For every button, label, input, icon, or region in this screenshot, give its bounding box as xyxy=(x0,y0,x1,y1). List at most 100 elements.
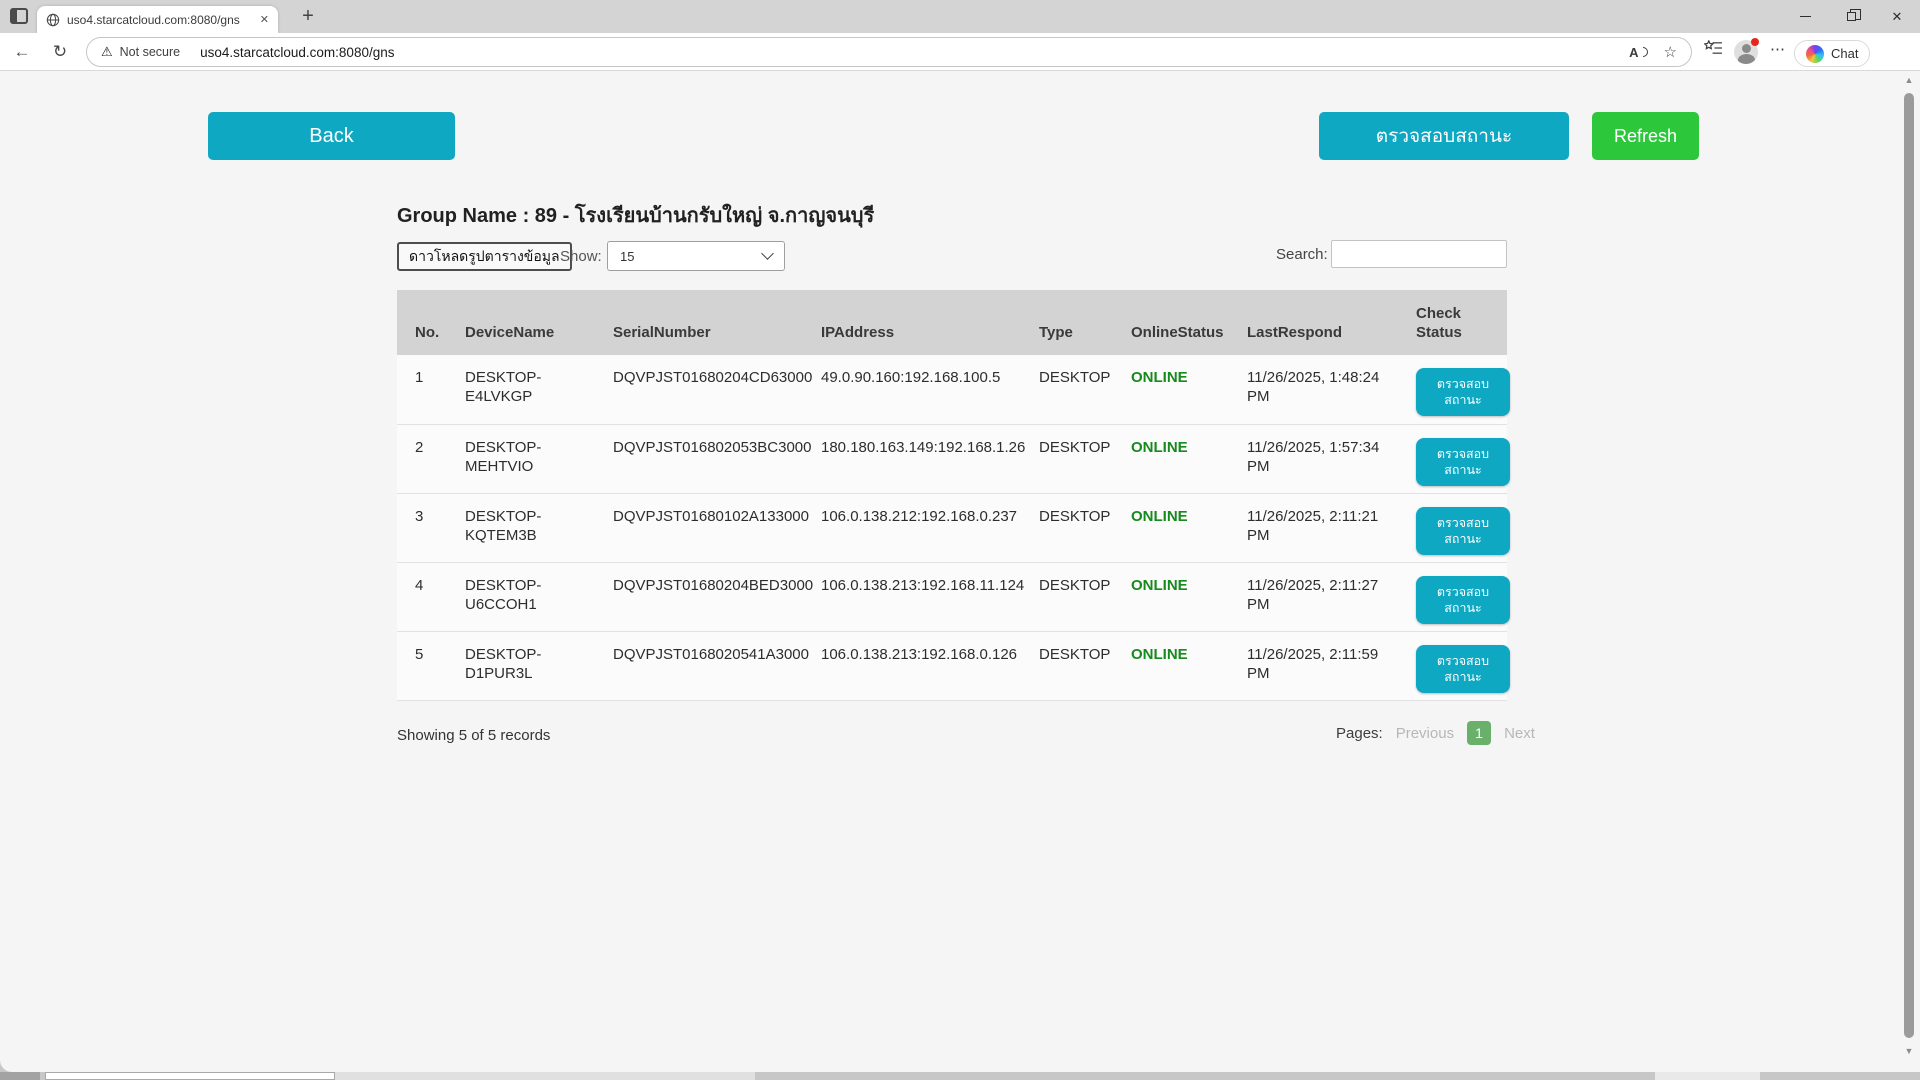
cell-last-respond: 11/26/2025, 2:11:59 PM xyxy=(1229,631,1398,700)
cell-online-status: ONLINE xyxy=(1113,493,1229,562)
download-table-button[interactable]: ดาวโหลดรูปตารางข้อมูล xyxy=(397,242,572,271)
taskbar-segment xyxy=(1655,1072,1760,1080)
row-check-status-button[interactable]: ตรวจสอบสถานะ xyxy=(1416,645,1510,693)
cell-type: DESKTOP xyxy=(1021,631,1113,700)
cell-no: 4 xyxy=(397,562,447,631)
cell-serial-number: DQVPJST0168020541A3000 xyxy=(595,631,803,700)
favorite-star-icon[interactable]: ☆ xyxy=(1664,43,1677,61)
pages-label: Pages: xyxy=(1336,725,1383,742)
cell-type: DESKTOP xyxy=(1021,355,1113,424)
search-label: Search: xyxy=(1276,246,1328,263)
cell-online-status: ONLINE xyxy=(1113,562,1229,631)
table-row: 1 DESKTOP-E4LVKGP DQVPJST01680204CD63000… xyxy=(397,355,1507,424)
reload-icon[interactable]: ↻ xyxy=(46,39,74,65)
records-summary: Showing 5 of 5 records xyxy=(397,727,550,744)
group-title: Group Name : 89 - โรงเรียนบ้านกรับใหญ่ จ… xyxy=(397,199,874,231)
cell-no: 3 xyxy=(397,493,447,562)
show-select[interactable]: 15 xyxy=(607,241,785,271)
col-device-name: DeviceName xyxy=(447,290,595,355)
cell-last-respond: 11/26/2025, 2:11:21 PM xyxy=(1229,493,1398,562)
url-text[interactable]: uso4.starcatcloud.com:8080/gns xyxy=(200,45,1629,60)
row-check-status-button[interactable]: ตรวจสอบสถานะ xyxy=(1416,576,1510,624)
check-status-button[interactable]: ตรวจสอบสถานะ xyxy=(1319,112,1569,160)
col-no: No. xyxy=(397,290,447,355)
show-select-value: 15 xyxy=(620,249,763,264)
cell-serial-number: DQVPJST01680102A133000 xyxy=(595,493,803,562)
globe-icon xyxy=(46,13,60,27)
cell-check-status: ตรวจสอบสถานะ xyxy=(1398,562,1507,631)
cell-device-name: DESKTOP-KQTEM3B xyxy=(447,493,595,562)
scroll-down-icon[interactable]: ▼ xyxy=(1903,1046,1915,1056)
cell-ip-address: 106.0.138.212:192.168.0.237 xyxy=(803,493,1021,562)
row-check-status-button[interactable]: ตรวจสอบสถานะ xyxy=(1416,507,1510,555)
show-label: Show: xyxy=(560,248,602,265)
browser-tab[interactable]: uso4.starcatcloud.com:8080/gns ✕ xyxy=(37,6,278,33)
read-aloud-icon[interactable]: A xyxy=(1629,45,1638,60)
cell-last-respond: 11/26/2025, 2:11:27 PM xyxy=(1229,562,1398,631)
cell-check-status: ตรวจสอบสถานะ xyxy=(1398,493,1507,562)
profile-avatar[interactable] xyxy=(1734,40,1758,64)
settings-more-icon[interactable]: ⋯ xyxy=(1770,40,1786,58)
pagination: Pages: Previous 1 Next xyxy=(1336,721,1535,745)
window-close-icon[interactable]: ✕ xyxy=(1874,0,1920,33)
refresh-button[interactable]: Refresh xyxy=(1592,112,1699,160)
cell-device-name: DESKTOP-U6CCOH1 xyxy=(447,562,595,631)
back-button[interactable]: Back xyxy=(208,112,455,160)
copilot-chat-label: Chat xyxy=(1831,46,1858,61)
cell-device-name: DESKTOP-D1PUR3L xyxy=(447,631,595,700)
cell-check-status: ตรวจสอบสถานะ xyxy=(1398,355,1507,424)
cell-ip-address: 180.180.163.149:192.168.1.26 xyxy=(803,424,1021,493)
col-online-status: OnlineStatus xyxy=(1113,290,1229,355)
cell-serial-number: DQVPJST01680204BED3000 xyxy=(595,562,803,631)
tab-actions-menu-icon[interactable] xyxy=(10,8,28,24)
cell-last-respond: 11/26/2025, 1:48:24 PM xyxy=(1229,355,1398,424)
row-check-status-button[interactable]: ตรวจสอบสถานะ xyxy=(1416,438,1510,486)
collections-icon[interactable] xyxy=(1704,40,1723,56)
cell-ip-address: 49.0.90.160:192.168.100.5 xyxy=(803,355,1021,424)
notification-dot xyxy=(1751,38,1759,46)
cell-ip-address: 106.0.138.213:192.168.0.126 xyxy=(803,631,1021,700)
cell-online-status: ONLINE xyxy=(1113,631,1229,700)
cell-serial-number: DQVPJST01680204CD63000 xyxy=(595,355,803,424)
scrollbar-thumb[interactable] xyxy=(1904,93,1914,1038)
device-table: No. DeviceName SerialNumber IPAddress Ty… xyxy=(397,290,1507,701)
copilot-icon xyxy=(1806,45,1824,63)
col-ip-address: IPAddress xyxy=(803,290,1021,355)
table-row: 5 DESKTOP-D1PUR3L DQVPJST0168020541A3000… xyxy=(397,631,1507,700)
previous-page-button[interactable]: Previous xyxy=(1396,725,1454,742)
new-tab-icon[interactable]: + xyxy=(294,2,322,30)
table-row: 2 DESKTOP-MEHTVIO DQVPJST016802053BC3000… xyxy=(397,424,1507,493)
tab-close-icon[interactable]: ✕ xyxy=(260,13,269,26)
cell-device-name: DESKTOP-E4LVKGP xyxy=(447,355,595,424)
not-secure-label[interactable]: Not secure xyxy=(120,45,180,59)
table-header-row: No. DeviceName SerialNumber IPAddress Ty… xyxy=(397,290,1507,355)
taskbar-segment xyxy=(0,1072,40,1080)
page-content: Back ตรวจสอบสถานะ Refresh Group Name : 8… xyxy=(0,71,1920,1072)
search-input[interactable] xyxy=(1331,240,1507,268)
cell-type: DESKTOP xyxy=(1021,562,1113,631)
table-row: 3 DESKTOP-KQTEM3B DQVPJST01680102A133000… xyxy=(397,493,1507,562)
back-nav-icon[interactable]: ← xyxy=(8,39,36,65)
cell-device-name: DESKTOP-MEHTVIO xyxy=(447,424,595,493)
cell-online-status: ONLINE xyxy=(1113,424,1229,493)
cell-ip-address: 106.0.138.213:192.168.11.124 xyxy=(803,562,1021,631)
cell-check-status: ตรวจสอบสถานะ xyxy=(1398,631,1507,700)
browser-tab-strip: uso4.starcatcloud.com:8080/gns ✕ + ✕ xyxy=(0,0,1920,33)
cell-no: 5 xyxy=(397,631,447,700)
next-page-button[interactable]: Next xyxy=(1504,725,1535,742)
restore-icon[interactable] xyxy=(1828,0,1874,33)
row-check-status-button[interactable]: ตรวจสอบสถานะ xyxy=(1416,368,1510,416)
col-check-status: Check Status xyxy=(1398,290,1507,355)
current-page-badge[interactable]: 1 xyxy=(1467,721,1491,745)
chevron-down-icon xyxy=(761,247,774,260)
col-type: Type xyxy=(1021,290,1113,355)
copilot-chat-button[interactable]: Chat xyxy=(1794,40,1870,67)
address-bar[interactable]: ⚠ Not secure uso4.starcatcloud.com:8080/… xyxy=(86,37,1692,67)
table-row: 4 DESKTOP-U6CCOH1 DQVPJST01680204BED3000… xyxy=(397,562,1507,631)
window-controls: ✕ xyxy=(1782,0,1920,33)
col-serial-number: SerialNumber xyxy=(595,290,803,355)
cell-no: 1 xyxy=(397,355,447,424)
minimize-icon[interactable] xyxy=(1782,0,1828,33)
taskbar-segment xyxy=(335,1072,755,1080)
scroll-up-icon[interactable]: ▲ xyxy=(1903,75,1915,85)
